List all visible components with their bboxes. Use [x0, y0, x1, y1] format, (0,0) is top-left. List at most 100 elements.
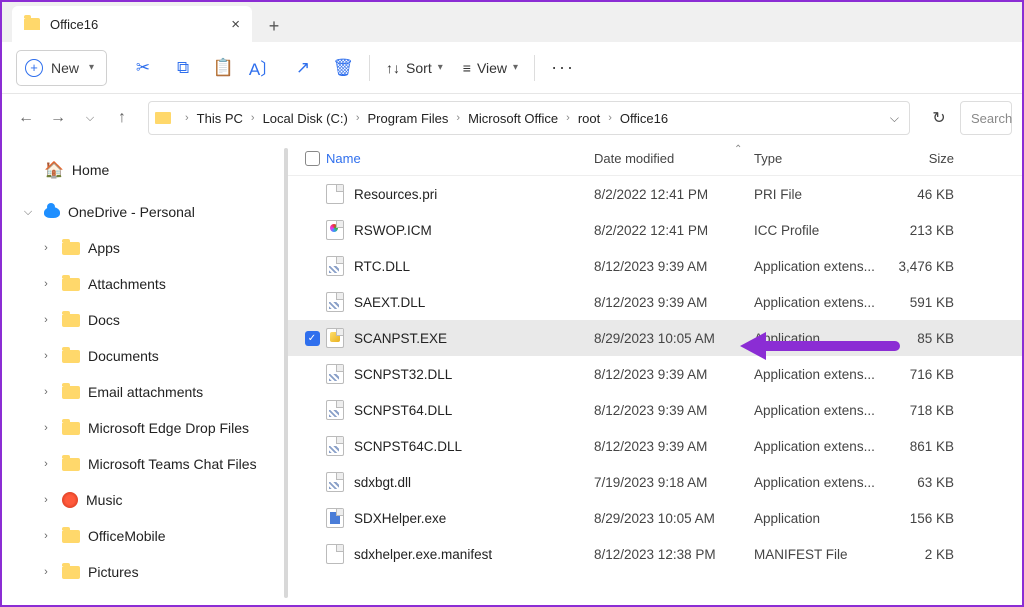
file-row[interactable]: SCNPST64.DLL8/12/2023 9:39 AMApplication… [288, 392, 1022, 428]
sidebar-item-label: Microsoft Teams Chat Files [88, 456, 257, 472]
column-name[interactable]: Name [326, 151, 594, 166]
file-name-cell: RTC.DLL [326, 256, 594, 276]
chevron-right-icon[interactable]: › [38, 530, 54, 542]
close-icon[interactable]: × [231, 16, 240, 33]
chevron-right-icon[interactable]: › [38, 278, 54, 290]
file-date: 8/29/2023 10:05 AM [594, 331, 754, 346]
file-name-cell: SDXHelper.exe [326, 508, 594, 528]
recent-button[interactable]: ⌵ [76, 104, 104, 132]
sidebar-item[interactable]: ›Apps [16, 230, 288, 266]
file-row[interactable]: ✓SCANPST.EXE8/29/2023 10:05 AMApplicatio… [288, 320, 1022, 356]
file-type: Application extens... [754, 475, 888, 490]
plus-icon: + [25, 59, 43, 77]
file-size: 156 KB [888, 511, 972, 526]
crumb-program-files[interactable]: Program Files [366, 111, 451, 126]
sidebar-item[interactable]: ›Documents [16, 338, 288, 374]
file-type: Application extens... [754, 367, 888, 382]
file-name: SCNPST32.DLL [354, 367, 452, 382]
chevron-right-icon[interactable]: › [38, 386, 54, 398]
tab-office16[interactable]: Office16 × [12, 6, 252, 42]
chevron-down-icon[interactable]: ⌵ [890, 111, 903, 126]
sidebar-item[interactable]: ›Music [16, 482, 288, 518]
view-button[interactable]: ≡ View ▾ [455, 50, 526, 86]
sidebar-item[interactable]: › Microsoft Teams Chat Files [16, 446, 288, 482]
chevron-down-icon: ▾ [438, 62, 443, 73]
chevron-right-icon[interactable]: › [38, 350, 54, 362]
view-icon: ≡ [463, 60, 471, 76]
select-all-checkbox[interactable] [298, 151, 326, 166]
column-date[interactable]: Date modified [594, 151, 754, 166]
sort-indicator-icon: ⌃ [734, 144, 742, 155]
file-name: RTC.DLL [354, 259, 410, 274]
forward-button[interactable]: → [44, 104, 72, 132]
chevron-down-icon[interactable]: ⌵ [20, 206, 36, 219]
tab-title: Office16 [50, 17, 98, 32]
file-date: 8/2/2022 12:41 PM [594, 223, 754, 238]
file-name: SCNPST64C.DLL [354, 439, 462, 454]
column-size[interactable]: Size [888, 151, 972, 166]
chevron-right-icon[interactable]: › [38, 422, 54, 434]
column-type[interactable]: Type [754, 151, 888, 166]
file-row[interactable]: RSWOP.ICM8/2/2022 12:41 PMICC Profile213… [288, 212, 1022, 248]
crumb-office[interactable]: Microsoft Office [466, 111, 560, 126]
file-name-cell: Resources.pri [326, 184, 594, 204]
file-name-cell: RSWOP.ICM [326, 220, 594, 240]
breadcrumb[interactable]: › This PC › Local Disk (C:) › Program Fi… [148, 101, 910, 135]
file-type: Application extens... [754, 295, 888, 310]
chevron-right-icon: › [350, 112, 366, 124]
file-date: 7/19/2023 9:18 AM [594, 475, 754, 490]
sidebar-item[interactable]: ›Pictures [16, 554, 288, 590]
file-date: 8/12/2023 9:39 AM [594, 259, 754, 274]
folder-icon [155, 112, 171, 124]
file-row[interactable]: sdxhelper.exe.manifest8/12/2023 12:38 PM… [288, 536, 1022, 572]
toolbar: + New ▾ ✂ ⧉ 📋 A〕 ↗ 🗑 ↑↓ Sort ▾ ≡ View ▾ … [2, 42, 1022, 94]
file-row[interactable]: SCNPST32.DLL8/12/2023 9:39 AMApplication… [288, 356, 1022, 392]
share-button[interactable]: ↗ [285, 50, 321, 86]
folder-icon [62, 422, 80, 435]
checkbox-checked-icon[interactable]: ✓ [305, 331, 320, 346]
sidebar-item[interactable]: ›Docs [16, 302, 288, 338]
sidebar-item[interactable]: ›Email attachments [16, 374, 288, 410]
more-button[interactable]: ··· [543, 50, 583, 86]
cut-button[interactable]: ✂ [125, 50, 161, 86]
sidebar-item[interactable]: ›Microsoft Edge Drop Files [16, 410, 288, 446]
sidebar-home[interactable]: 🏠 Home [16, 152, 288, 188]
folder-icon [62, 458, 80, 471]
file-name: SDXHelper.exe [354, 511, 446, 526]
crumb-local-disk[interactable]: Local Disk (C:) [261, 111, 350, 126]
crumb-this-pc[interactable]: This PC [195, 111, 245, 126]
file-row[interactable]: sdxbgt.dll7/19/2023 9:18 AMApplication e… [288, 464, 1022, 500]
chevron-right-icon[interactable]: › [38, 242, 54, 254]
search-input[interactable]: Search [960, 101, 1012, 135]
file-icon [326, 364, 344, 384]
file-size: 2 KB [888, 547, 972, 562]
sort-button[interactable]: ↑↓ Sort ▾ [378, 50, 451, 86]
chevron-right-icon[interactable]: › [38, 494, 54, 506]
sidebar-item[interactable]: ›OfficeMobile [16, 518, 288, 554]
row-checkbox[interactable]: ✓ [298, 331, 326, 346]
file-row[interactable]: SDXHelper.exe8/29/2023 10:05 AMApplicati… [288, 500, 1022, 536]
sidebar-onedrive[interactable]: ⌵ OneDrive - Personal [16, 194, 288, 230]
chevron-right-icon[interactable]: › [38, 458, 54, 470]
rename-button[interactable]: A〕 [245, 50, 281, 86]
back-button[interactable]: ← [12, 104, 40, 132]
copy-button[interactable]: ⧉ [165, 50, 201, 86]
up-button[interactable]: ↑ [108, 104, 136, 132]
crumb-office16[interactable]: Office16 [618, 111, 670, 126]
delete-button[interactable]: 🗑 [325, 50, 361, 86]
file-name: Resources.pri [354, 187, 437, 202]
home-icon: 🏠 [44, 160, 64, 180]
new-tab-button[interactable]: + [258, 10, 290, 42]
crumb-root[interactable]: root [576, 111, 602, 126]
paste-button[interactable]: 📋 [205, 50, 241, 86]
file-row[interactable]: RTC.DLL8/12/2023 9:39 AMApplication exte… [288, 248, 1022, 284]
file-type: Application [754, 331, 888, 346]
file-row[interactable]: Resources.pri8/2/2022 12:41 PMPRI File46… [288, 176, 1022, 212]
chevron-right-icon[interactable]: › [38, 314, 54, 326]
file-row[interactable]: SCNPST64C.DLL8/12/2023 9:39 AMApplicatio… [288, 428, 1022, 464]
refresh-button[interactable]: ↻ [922, 101, 956, 135]
file-row[interactable]: SAEXT.DLL8/12/2023 9:39 AMApplication ex… [288, 284, 1022, 320]
sidebar-item[interactable]: ›Attachments [16, 266, 288, 302]
new-button[interactable]: + New ▾ [16, 50, 107, 86]
chevron-right-icon[interactable]: › [38, 566, 54, 578]
